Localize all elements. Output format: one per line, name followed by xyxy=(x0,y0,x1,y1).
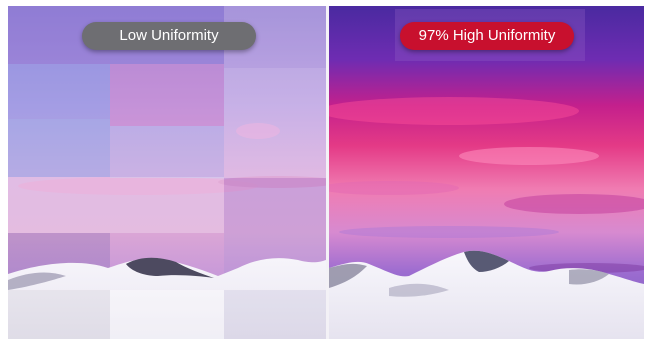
low-uniformity-label: Low Uniformity xyxy=(82,22,256,50)
high-uniformity-label: 97% High Uniformity xyxy=(400,22,574,50)
high-uniformity-panel: 97% High Uniformity xyxy=(329,6,644,339)
low-uniformity-photo xyxy=(8,6,326,339)
comparison-image: Low Uniformity 97% High Uniformity xyxy=(8,6,644,339)
low-uniformity-panel: Low Uniformity xyxy=(8,6,326,339)
